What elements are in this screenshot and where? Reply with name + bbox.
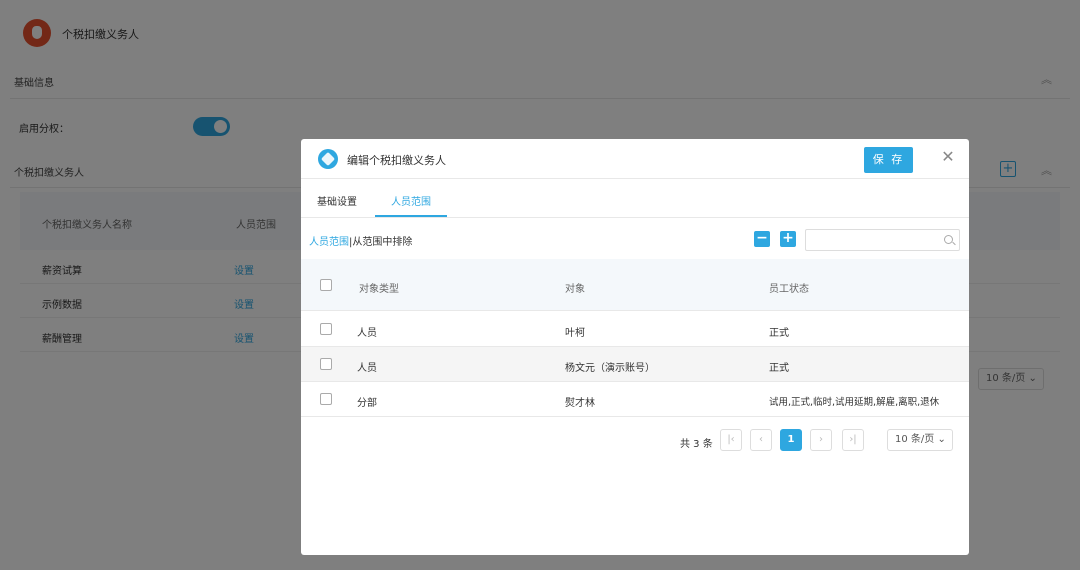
page-size-label: 10 条/页 [895,434,935,445]
page-button-current[interactable]: 1 [780,429,802,451]
cell-object: 杨文元（演示账号） [565,363,655,374]
th-object: 对象 [565,284,585,295]
cell-object: 叶柯 [565,328,585,339]
row-checkbox[interactable] [320,393,332,405]
row-checkbox[interactable] [320,358,332,370]
page-size-select[interactable]: 10 条/页 ⌄ [887,429,953,451]
th-employee-status: 员工状态 [769,284,809,295]
remove-minus-button[interactable]: − [754,231,770,247]
select-all-checkbox[interactable] [320,279,332,291]
scope-links: 人员范围|从范围中排除 [309,237,413,248]
personnel-scope-link[interactable]: 人员范围 [309,237,349,248]
table-row[interactable]: 分部 熨才林 试用,正式,临时,试用延期,解雇,离职,退休 [301,382,969,417]
row-checkbox[interactable] [320,323,332,335]
cell-object-type: 分部 [357,398,377,409]
active-tab-indicator [375,215,447,217]
add-plus-button[interactable]: + [780,231,796,247]
last-page-icon[interactable]: ›| [842,429,864,451]
pagination: 共 3 条 |‹ ‹ 1 › ›| 10 条/页 ⌄ [301,427,969,455]
search-box [805,229,960,251]
th-object-type: 对象类型 [359,284,399,295]
cell-employee-status: 正式 [769,363,789,374]
search-icon[interactable] [944,235,953,244]
edit-withholding-agent-dialog: 编辑个税扣缴义务人 保 存 ✕ 基础设置 人员范围 人员范围|从范围中排除 − … [301,139,969,555]
next-page-icon[interactable]: › [810,429,832,451]
first-page-icon[interactable]: |‹ [720,429,742,451]
tab-personnel-scope[interactable]: 人员范围 [391,193,431,208]
dialog-tabs: 基础设置 人员范围 [301,179,969,218]
tab-basic-settings[interactable]: 基础设置 [317,193,357,208]
close-icon[interactable]: ✕ [939,148,957,166]
prev-page-icon[interactable]: ‹ [750,429,772,451]
cube-icon [318,149,338,169]
cell-employee-status: 试用,正式,临时,试用延期,解雇,离职,退休 [769,397,940,408]
dialog-header: 编辑个税扣缴义务人 保 存 ✕ [301,139,969,179]
total-count: 共 3 条 [680,439,713,450]
table-row[interactable]: 人员 杨文元（演示账号） 正式 [301,347,969,382]
exclude-from-scope-link[interactable]: 从范围中排除 [352,237,412,248]
dialog-title: 编辑个税扣缴义务人 [347,154,446,167]
cell-object-type: 人员 [357,363,377,374]
table-row[interactable]: 人员 叶柯 正式 [301,312,969,347]
cell-object: 熨才林 [565,398,595,409]
cell-object-type: 人员 [357,328,377,339]
table-header: 对象类型 对象 员工状态 [301,259,969,311]
cell-employee-status: 正式 [769,328,789,339]
save-button[interactable]: 保 存 [864,147,913,173]
search-input[interactable] [810,232,938,248]
